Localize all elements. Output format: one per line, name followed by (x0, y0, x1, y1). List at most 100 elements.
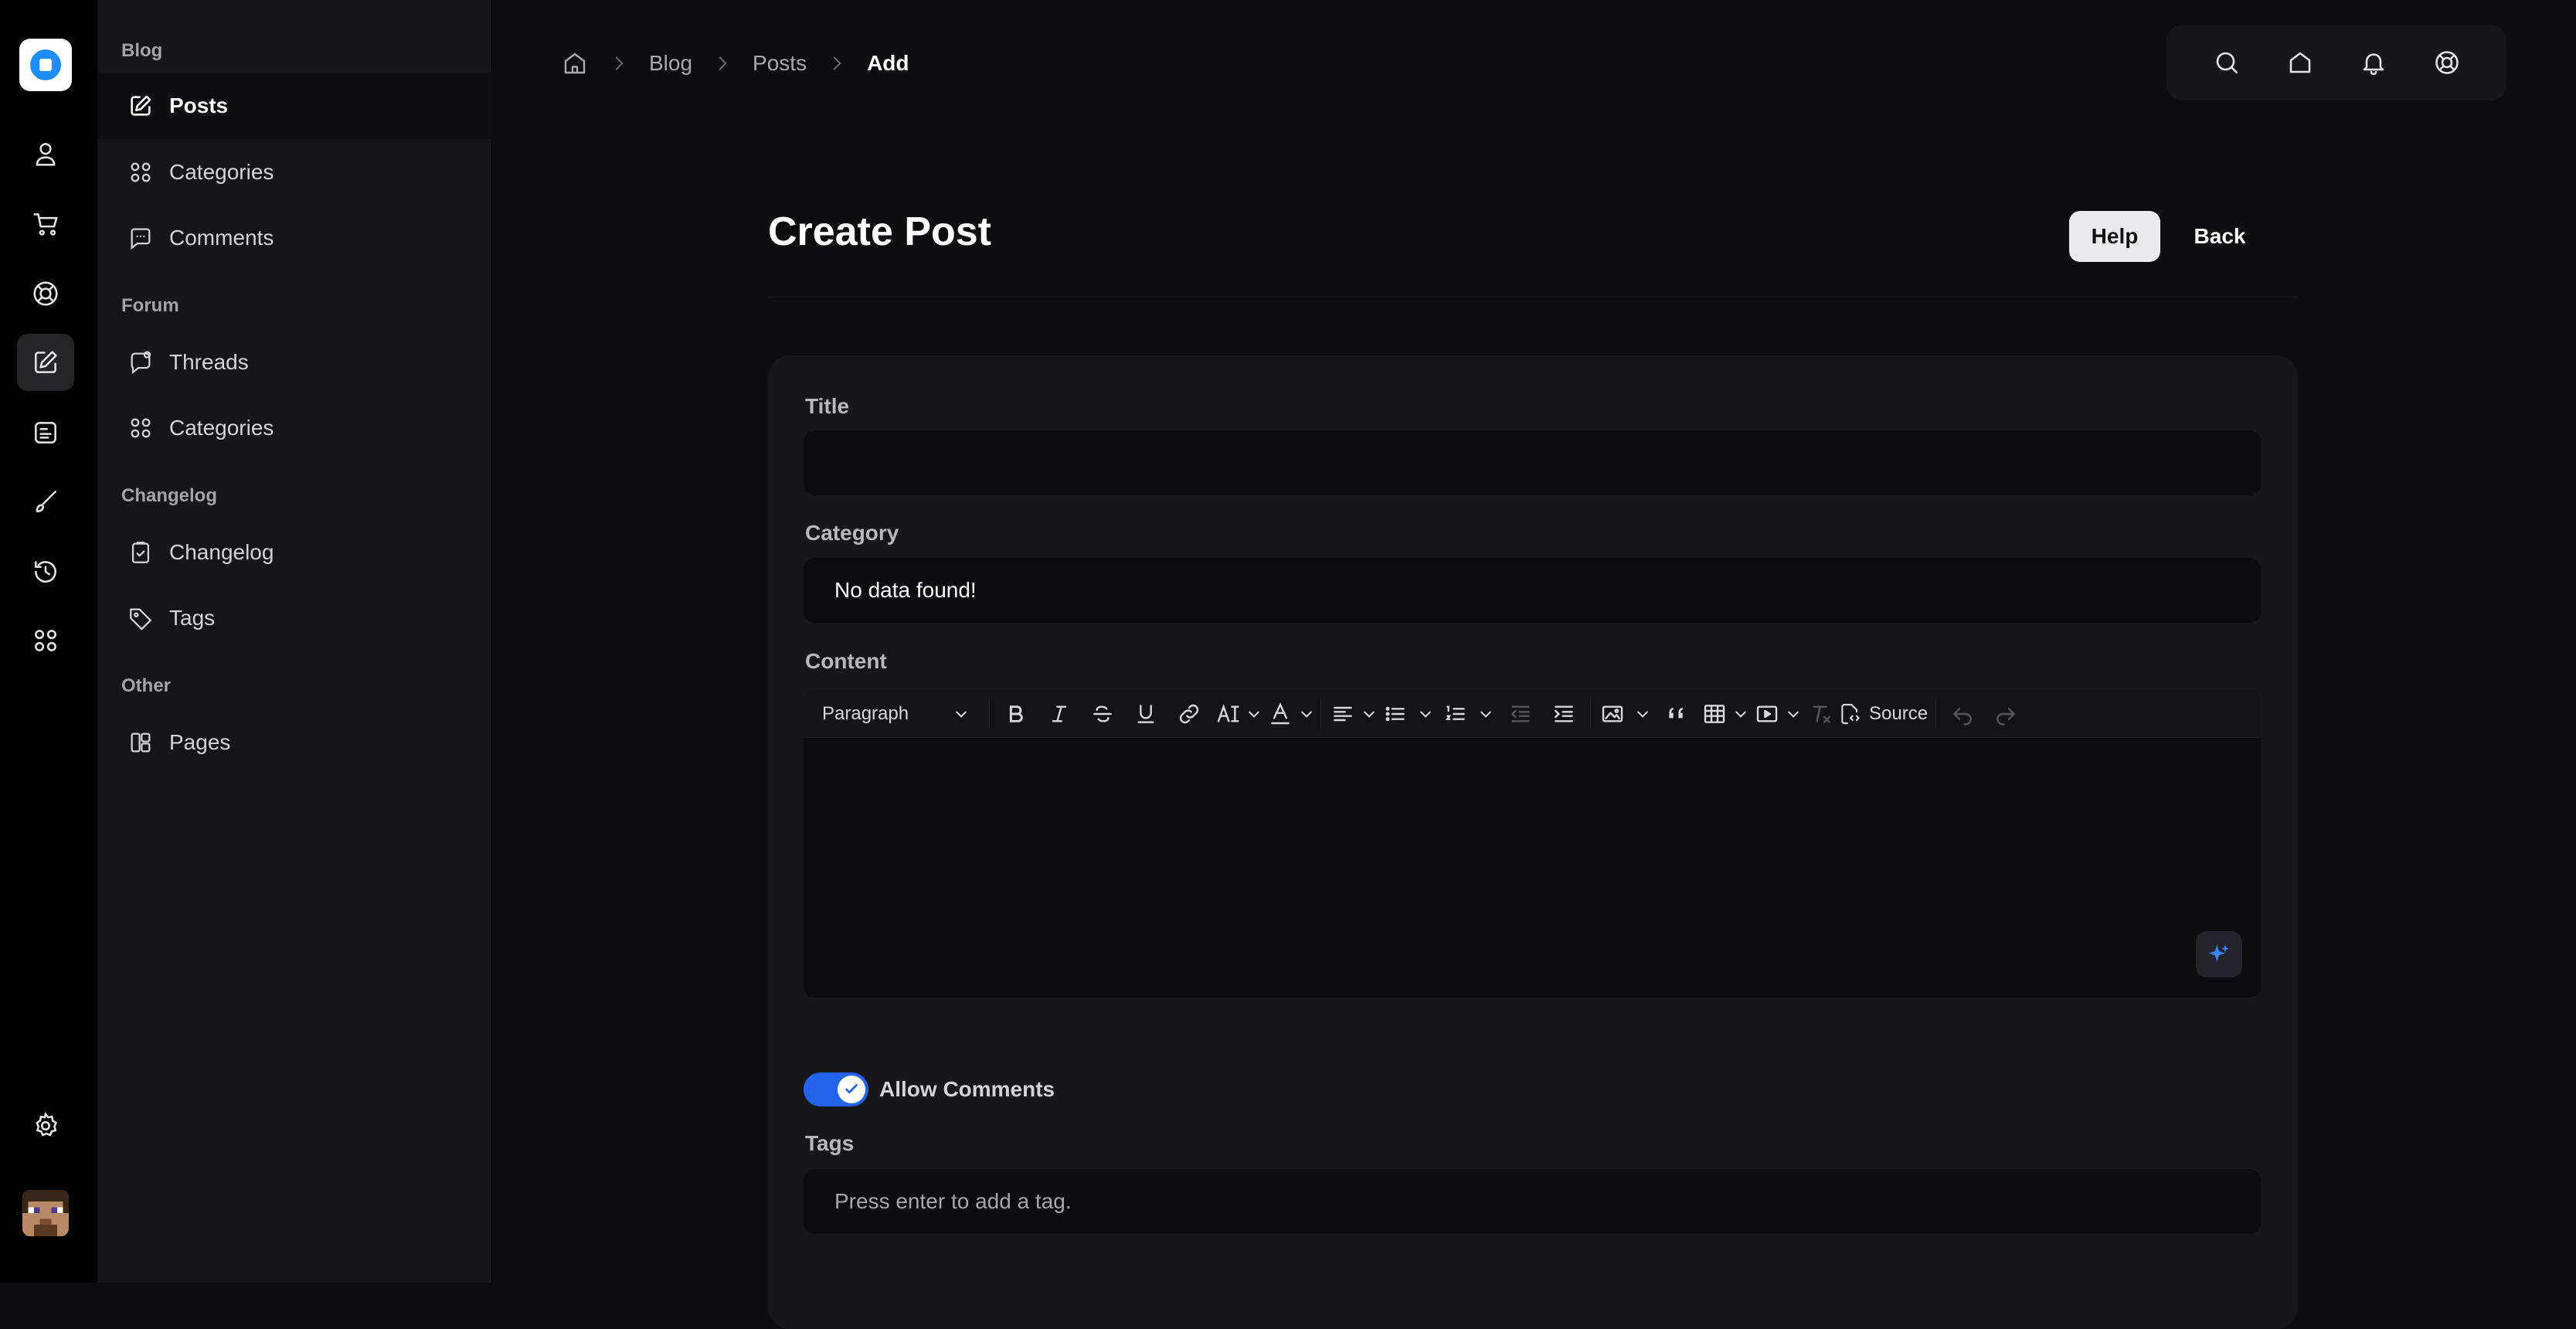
chevron-down-icon[interactable] (1245, 690, 1263, 738)
sidebar-item-label: Posts (169, 93, 229, 117)
grid-icon (131, 418, 151, 438)
sidebar-section-title: Forum (121, 295, 179, 316)
sidebar-item-label: Comments (169, 226, 274, 250)
indent-icon[interactable] (1542, 690, 1585, 738)
undo-icon[interactable] (1941, 690, 1984, 738)
page-header: Create Post Help Back (768, 185, 2298, 297)
category-label: Category (805, 521, 899, 545)
sidebar-item-label: Threads (169, 350, 249, 374)
link-icon[interactable] (1167, 690, 1211, 738)
ai-assist-button[interactable] (2196, 931, 2242, 977)
pencil-square-icon[interactable] (17, 334, 74, 391)
check-icon (838, 1076, 865, 1103)
history-icon[interactable] (17, 543, 74, 600)
sidebar-item-blog-categories[interactable]: Categories (98, 139, 491, 206)
sidebar-item-label: Categories (169, 160, 274, 184)
category-select[interactable]: No data found! (804, 558, 2261, 623)
sidebar-item-tags[interactable]: Tags (98, 585, 491, 651)
blockquote-icon[interactable] (1656, 690, 1699, 738)
image-icon[interactable] (1596, 690, 1630, 738)
sidebar-item-pages[interactable]: Pages (98, 709, 491, 776)
chevron-right-icon (615, 56, 624, 70)
italic-icon[interactable] (1038, 690, 1081, 738)
chevron-down-icon[interactable] (1730, 690, 1752, 738)
sidebar-item-label: Tags (169, 606, 216, 630)
pencil-square-icon (131, 95, 151, 116)
chat-thread-icon (131, 351, 151, 375)
chat-bubble-icon (131, 228, 151, 250)
chevron-down-icon[interactable] (1473, 690, 1499, 738)
chevron-down-icon[interactable] (1782, 690, 1804, 738)
font-color-icon[interactable] (1263, 690, 1297, 738)
breadcrumb-current: Add (867, 51, 909, 75)
title-label: Title (805, 394, 850, 418)
table-icon[interactable] (1699, 690, 1730, 738)
font-size-icon[interactable] (1211, 690, 1245, 738)
editor-toolbar: Paragraph Source (804, 690, 2261, 738)
code-document-icon (1841, 703, 1860, 724)
sidebar-item-forum-categories[interactable]: Categories (98, 395, 491, 461)
content-label: Content (805, 649, 887, 673)
breadcrumb-link[interactable]: Blog (649, 51, 692, 76)
lifebuoy-icon[interactable] (2433, 49, 2461, 76)
tags-input[interactable]: Press enter to add a tag. (804, 1169, 2261, 1234)
block-format-select[interactable]: Paragraph (822, 690, 984, 738)
help-button[interactable]: Help (2069, 211, 2160, 262)
clear-formatting-icon[interactable] (1804, 690, 1838, 738)
avatar[interactable] (22, 1190, 69, 1236)
sidebar-item-posts[interactable]: Posts (98, 73, 491, 139)
bold-icon[interactable] (994, 690, 1038, 738)
sidebar-item-threads[interactable]: Threads (98, 329, 491, 396)
tags-label: Tags (805, 1131, 855, 1155)
source-label: Source (1869, 702, 1929, 724)
underline-icon[interactable] (1124, 690, 1167, 738)
lifebuoy-icon[interactable] (17, 265, 74, 322)
outdent-icon[interactable] (1499, 690, 1542, 738)
sidebar-item-label: Changelog (169, 540, 274, 564)
back-button[interactable]: Back (2187, 211, 2253, 262)
grid-icon (131, 162, 151, 182)
chevron-down-icon[interactable] (1360, 690, 1378, 738)
bulleted-list-icon[interactable] (1378, 690, 1412, 738)
align-left-icon[interactable] (1326, 690, 1360, 738)
breadcrumb: Blog Posts Add (561, 45, 909, 82)
document-icon[interactable] (17, 404, 74, 461)
brush-icon[interactable] (17, 473, 74, 530)
cart-icon[interactable] (17, 195, 74, 253)
app-logo[interactable] (19, 39, 72, 91)
sidebar-section-title: Blog (121, 40, 163, 61)
apps-icon[interactable] (17, 612, 74, 669)
top-actions (2166, 25, 2506, 100)
home-icon[interactable] (561, 49, 589, 77)
sidebar: Blog Posts Categories Comments Forum Thr… (98, 0, 491, 1283)
chevron-down-icon (956, 711, 967, 718)
clipboard-check-icon (131, 542, 150, 563)
sidebar-item-label: Categories (169, 416, 274, 440)
sidebar-section-title: Other (121, 675, 172, 696)
media-embed-icon[interactable] (1752, 690, 1782, 738)
search-icon[interactable] (2213, 49, 2241, 76)
users-icon[interactable] (17, 125, 74, 182)
editor-body[interactable] (804, 738, 2261, 998)
settings-icon[interactable] (17, 1097, 74, 1154)
sidebar-section-title: Changelog (121, 485, 217, 506)
source-button[interactable]: Source (1838, 690, 1931, 738)
redo-icon[interactable] (1984, 690, 2027, 738)
chevron-down-icon[interactable] (1412, 690, 1439, 738)
app-rail (0, 0, 98, 1283)
main-content: Blog Posts Add Create Post Help Back Tit… (491, 0, 2576, 1329)
breadcrumb-link[interactable]: Posts (753, 51, 807, 76)
bell-icon[interactable] (2360, 49, 2387, 76)
chevron-down-icon[interactable] (1630, 690, 1656, 738)
chevron-down-icon[interactable] (1297, 690, 1316, 738)
strikethrough-icon[interactable] (1081, 690, 1124, 738)
page-title: Create Post (768, 209, 991, 254)
sidebar-item-label: Pages (169, 730, 231, 754)
home-icon[interactable] (2286, 49, 2314, 76)
numbered-list-icon[interactable] (1439, 690, 1473, 738)
title-input[interactable] (804, 430, 2261, 495)
chevron-right-icon (719, 56, 727, 70)
sidebar-item-comments[interactable]: Comments (98, 205, 491, 271)
sidebar-item-changelog[interactable]: Changelog (98, 519, 491, 586)
allow-comments-toggle[interactable] (804, 1072, 868, 1106)
